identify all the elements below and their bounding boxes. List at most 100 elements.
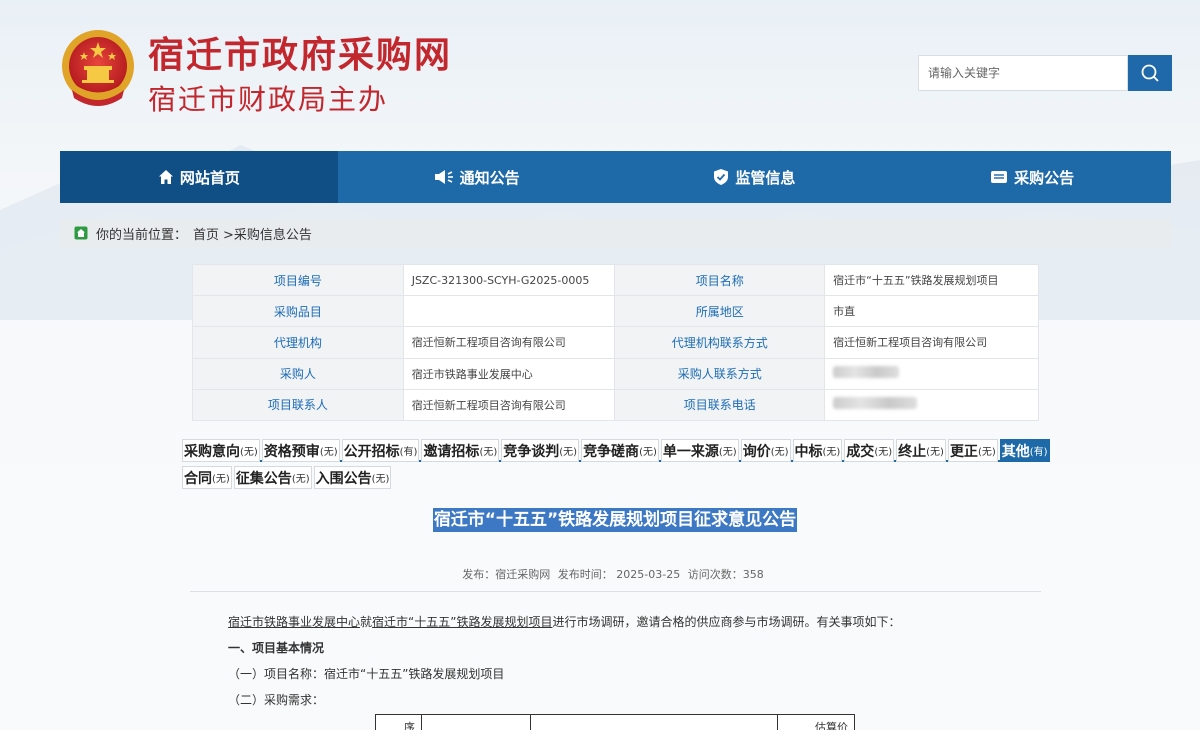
value-project-phone	[824, 388, 1039, 421]
main-nav: 网站首页 通知公告 监管信息 采购公告	[60, 151, 1171, 203]
section-heading: 一、项目基本情况	[228, 641, 325, 655]
intro-org: 宿迁市铁路事业发展中心	[228, 615, 361, 629]
value-agency-contact: 宿迁恒新工程项目咨询有限公司	[824, 326, 1039, 359]
tab-single-source[interactable]: 单一来源 (无)	[660, 439, 739, 462]
nav-item-home[interactable]: 网站首页	[60, 151, 338, 203]
value-purchaser: 宿迁市铁路事业发展中心	[402, 357, 616, 390]
nav-label: 通知公告	[459, 168, 520, 187]
tab-negotiation[interactable]: 竞争谈判 (无)	[501, 439, 580, 462]
tab-status: (无)	[770, 447, 789, 458]
tab-solicitation[interactable]: 征集公告 (无)	[233, 466, 312, 489]
article-title-text: 宿迁市“十五五”铁路发展规划项目征求意见公告	[432, 508, 798, 532]
tab-intent[interactable]: 采购意向 (无)	[182, 439, 260, 462]
table-row: 代理机构 宿迁恒新工程项目咨询有限公司 代理机构联系方式 宿迁恒新工程项目咨询有…	[192, 326, 1039, 359]
tab-status: (无)	[822, 447, 841, 458]
divider	[190, 591, 1041, 592]
nav-item-notices[interactable]: 通知公告	[338, 151, 616, 203]
breadcrumb: 你的当前位置： 首页 >采购信息公告	[60, 219, 1171, 247]
breadcrumb-current: >采购信息公告	[223, 227, 312, 243]
tab-shortlist[interactable]: 入围公告 (无)	[313, 466, 392, 489]
nav-label: 采购公告	[1014, 168, 1075, 187]
list-icon	[991, 171, 1008, 183]
tab-open-tender[interactable]: 公开招标 (有)	[341, 439, 420, 462]
tab-status: (无)	[479, 447, 498, 458]
value-project-name: 宿迁市“十五五”铁路发展规划项目	[824, 263, 1039, 297]
label-region: 所属地区	[614, 295, 826, 328]
label-project-number: 项目编号	[192, 263, 404, 297]
table-row: 项目编号 JSZC-321300-SCYH-G2025-0005 项目名称 宿迁…	[192, 263, 1039, 297]
tab-status: (无)	[291, 474, 310, 485]
redacted-text	[833, 366, 900, 379]
tab-deal[interactable]: 成交 (无)	[844, 439, 895, 462]
tab-row: 合同 (无) 征集公告 (无) 入围公告 (无)	[182, 466, 1050, 489]
national-emblem-icon	[62, 30, 134, 106]
shield-check-icon	[714, 169, 729, 185]
value-purchaser-contact	[824, 357, 1039, 390]
label-category: 采购品目	[192, 295, 404, 328]
tab-consultation[interactable]: 竞争磋商 (无)	[581, 439, 659, 462]
tab-status: (无)	[371, 474, 390, 485]
tab-status: (有)	[399, 447, 418, 458]
article-intro: 宿迁市铁路事业发展中心就宿迁市“十五五”铁路发展规划项目进行市场调研，邀请合格的…	[228, 614, 1028, 640]
tab-label: 成交	[846, 443, 875, 460]
breadcrumb-home-link[interactable]: 首页	[193, 224, 219, 243]
project-info-table: 项目编号 JSZC-321300-SCYH-G2025-0005 项目名称 宿迁…	[192, 263, 1039, 421]
table-row: 采购品目 所属地区 市直	[192, 295, 1039, 328]
table-header-cell	[531, 715, 779, 730]
search-input[interactable]	[919, 56, 1127, 90]
speaker-icon	[434, 170, 453, 184]
tab-label: 其他	[1001, 443, 1030, 460]
table-row: 项目联系人 宿迁恒新工程项目咨询有限公司 项目联系电话	[192, 388, 1039, 421]
tab-label: 询价	[742, 443, 771, 460]
value-category	[402, 295, 616, 328]
tab-label: 单一来源	[662, 443, 719, 460]
tab-status: (有)	[1029, 447, 1048, 458]
tab-status: (无)	[718, 447, 737, 458]
tab-status: (无)	[977, 447, 996, 458]
value-region: 市直	[824, 295, 1039, 328]
tab-invite-tender[interactable]: 邀请招标 (无)	[421, 439, 500, 462]
table-header-cell: 序	[376, 715, 422, 730]
label-purchaser-contact: 采购人联系方式	[614, 357, 826, 390]
tab-contract[interactable]: 合同 (无)	[182, 466, 232, 489]
tab-label: 终止	[898, 443, 927, 460]
tab-label: 采购意向	[184, 443, 240, 460]
label-project-contact: 项目联系人	[192, 388, 404, 421]
label-purchaser: 采购人	[192, 357, 404, 390]
tab-other[interactable]: 其他 (有)	[999, 439, 1050, 462]
label-project-phone: 项目联系电话	[614, 388, 826, 421]
tab-correction[interactable]: 更正 (无)	[947, 439, 998, 462]
label-project-name: 项目名称	[614, 263, 826, 297]
search-button[interactable]	[1128, 55, 1172, 91]
tab-status: (无)	[639, 447, 657, 458]
tab-label: 竞争磋商	[583, 443, 640, 460]
tab-label: 入围公告	[315, 470, 372, 487]
tab-status: (无)	[559, 447, 578, 458]
tab-label: 资格预审	[263, 443, 320, 460]
site-subtitle: 宿迁市财政局主办	[148, 83, 389, 116]
article-visits: 访问次数：358	[687, 568, 764, 581]
search-icon	[1141, 64, 1159, 82]
tab-award[interactable]: 中标 (无)	[792, 439, 843, 462]
home-icon	[74, 226, 88, 240]
tab-prequal[interactable]: 资格预审 (无)	[261, 439, 340, 462]
tab-status: (无)	[240, 447, 258, 458]
tab-terminate[interactable]: 终止 (无)	[896, 439, 946, 462]
intro-mid: 就	[360, 615, 373, 629]
tab-label: 邀请招标	[423, 443, 480, 460]
table-row: 采购人 宿迁市铁路事业发展中心 采购人联系方式	[192, 357, 1039, 390]
nav-item-procurement[interactable]: 采购公告	[893, 151, 1171, 203]
value-agency: 宿迁恒新工程项目咨询有限公司	[402, 326, 616, 359]
article-title: 宿迁市“十五五”铁路发展规划项目征求意见公告	[0, 505, 1200, 532]
nav-label: 网站首页	[179, 168, 240, 187]
intro-rest: 进行市场调研，邀请合格的供应商参与市场调研。有关事项如下：	[552, 615, 901, 629]
site-title: 宿迁市政府采购网	[148, 35, 453, 76]
tab-inquiry[interactable]: 询价 (无)	[740, 439, 791, 462]
tab-label: 征集公告	[235, 470, 292, 487]
home-icon	[158, 170, 173, 184]
tab-label: 中标	[794, 443, 823, 460]
nav-item-supervision[interactable]: 监管信息	[616, 151, 894, 203]
article-publisher: 发布：宿迁采购网	[462, 568, 551, 581]
label-agency-contact: 代理机构联系方式	[614, 326, 826, 359]
label-agency: 代理机构	[192, 326, 404, 359]
